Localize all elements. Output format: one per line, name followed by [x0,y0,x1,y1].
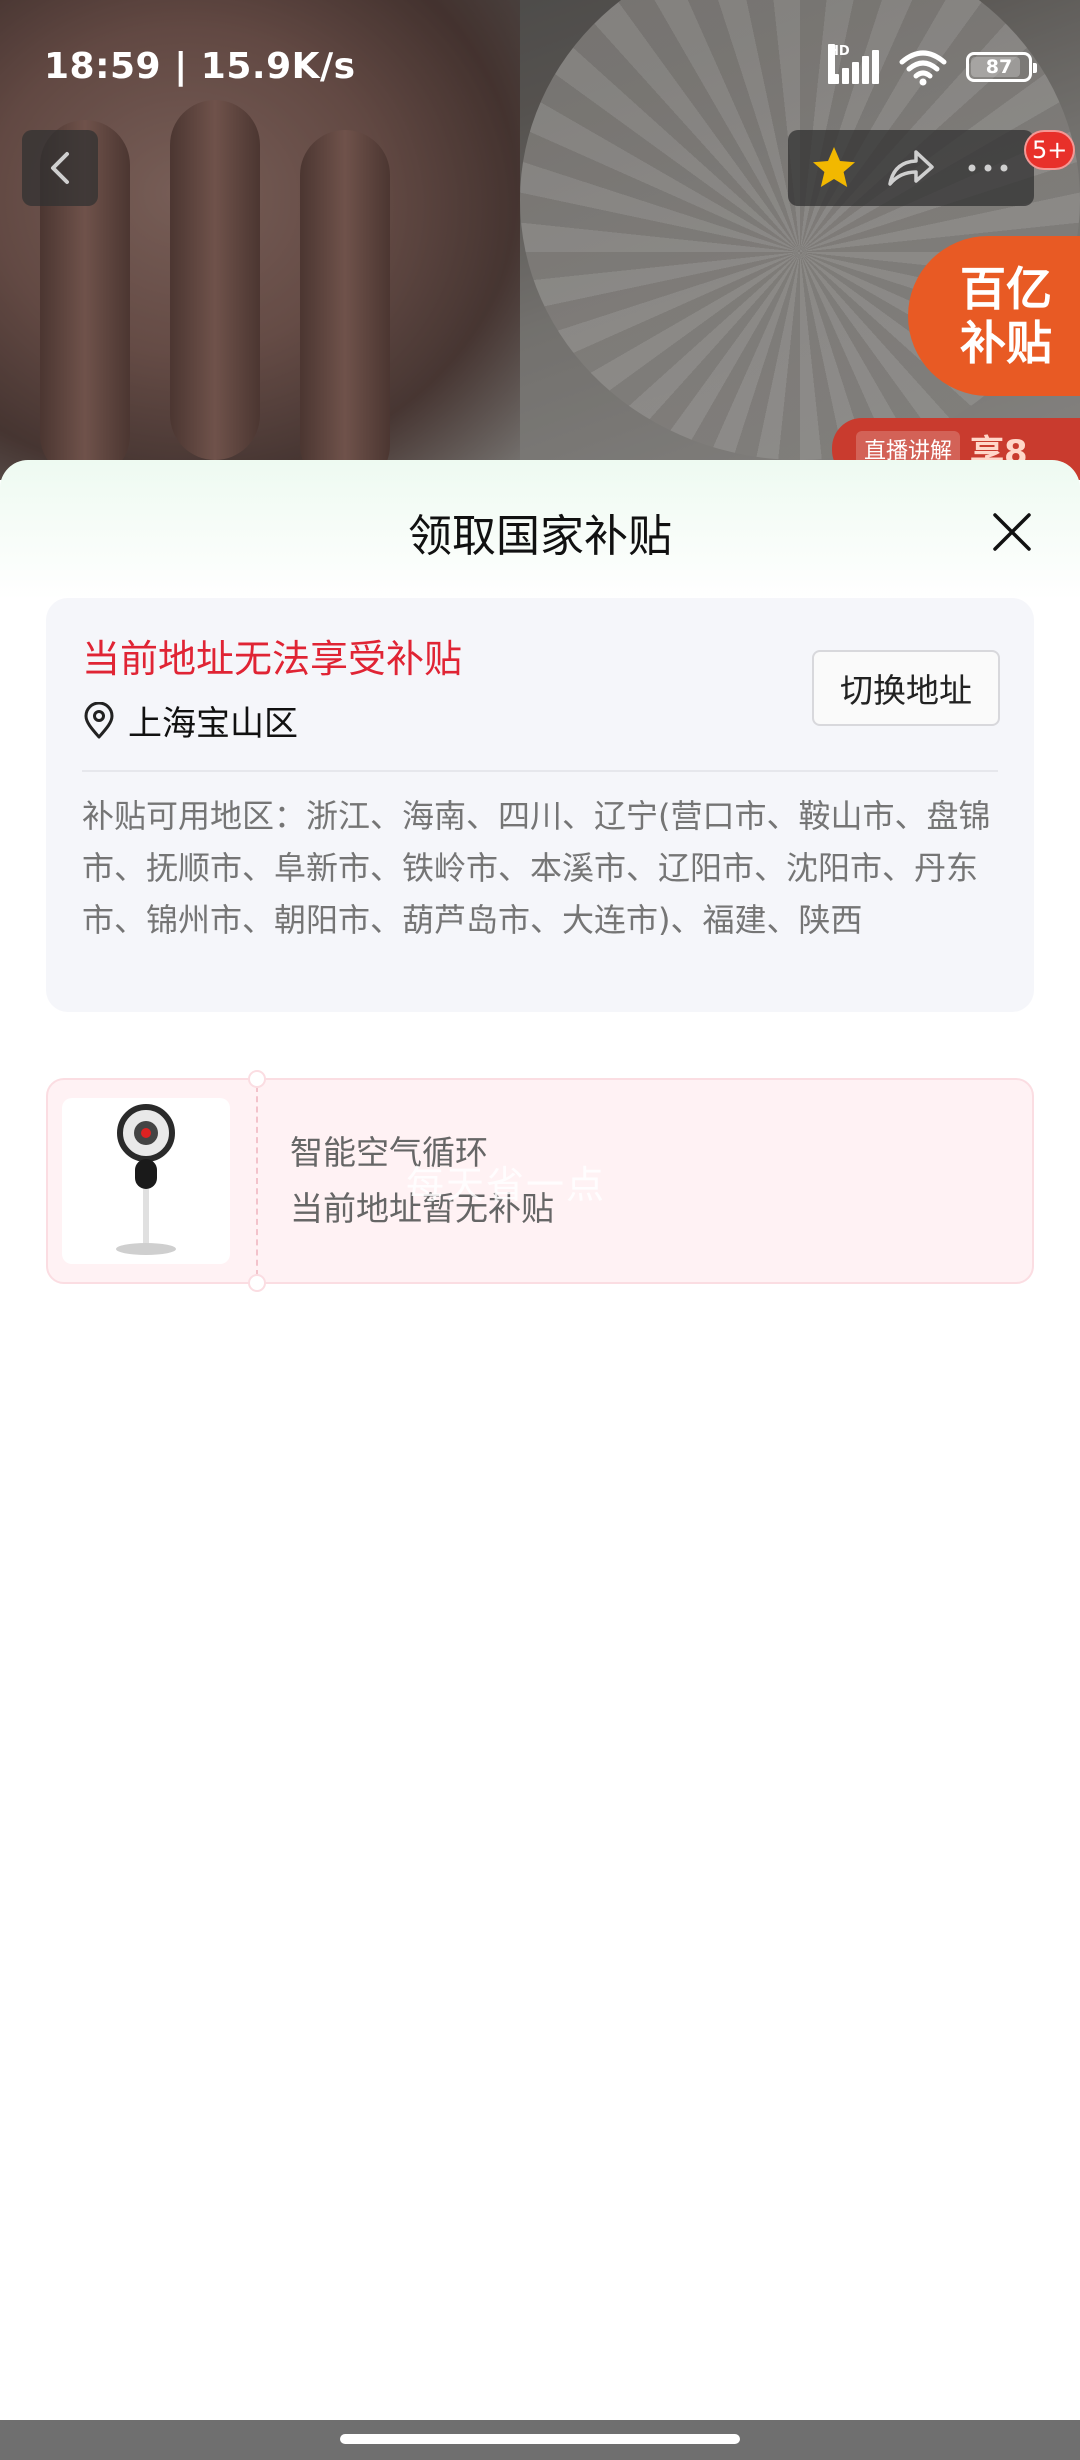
battery-percent: 87 [985,56,1013,78]
cell-signal-icon: HD [828,44,880,84]
more-dots-icon [968,164,1008,172]
address-text: 上海宝山区 [128,704,298,744]
promo-line2: 补贴 [960,316,1052,370]
ticket-perforation [256,1086,258,1276]
wifi-icon [899,50,947,86]
eligible-regions-text: 补贴可用地区：浙江、海南、四川、辽宁(营口市、鞍山市、盘锦市、抚顺市、阜新市、铁… [82,797,991,939]
divider [82,770,998,772]
back-button[interactable] [22,130,98,206]
system-nav-bar [0,2420,1080,2460]
favorite-button[interactable] [804,138,864,198]
current-address: 上海宝山区 [82,696,298,745]
switch-address-button[interactable]: 切换地址 [812,650,1000,726]
product-subsidy-card[interactable]: 智能空气循环 当前地址暂无补贴 每天省一点 [46,1070,1034,1292]
battery-icon: 87 [966,52,1037,82]
star-icon [813,147,856,187]
subsidy-bottom-sheet: 领取国家补贴 当前地址无法享受补贴 上海宝山区 切换地址 补贴可用地区：浙江、海… [0,460,1080,2420]
status-time: 18:59 | 15.9K/s [44,46,356,87]
ticket-notch [248,1070,266,1088]
subsidy-promo-badge[interactable]: 百亿 补贴 [908,236,1080,396]
watermark-text: 每天省一点 [406,1163,607,1207]
header-actions [788,130,1034,206]
share-icon [888,150,934,186]
sheet-title: 领取国家补贴 [408,511,672,562]
status-icons: HD 87 [828,44,1037,86]
chevron-left-icon [51,152,69,184]
home-indicator[interactable] [340,2434,740,2444]
ticket-notch [248,1274,266,1292]
address-warning: 当前地址无法享受补贴 [82,637,463,681]
more-button[interactable] [958,138,1018,198]
status-bar: 18:59 | 15.9K/s HD 87 [0,0,1080,130]
address-card: 当前地址无法享受补贴 上海宝山区 切换地址 补贴可用地区：浙江、海南、四川、辽宁… [46,598,1034,1012]
close-button[interactable] [984,504,1040,560]
close-icon [993,513,1031,551]
product-thumbnail [62,1098,230,1264]
share-button[interactable] [881,138,941,198]
message-badge: 5+ [1024,130,1076,170]
fan-product-image [116,1104,176,1255]
promo-line1: 百亿 [960,262,1052,316]
location-pin-icon [84,701,114,738]
